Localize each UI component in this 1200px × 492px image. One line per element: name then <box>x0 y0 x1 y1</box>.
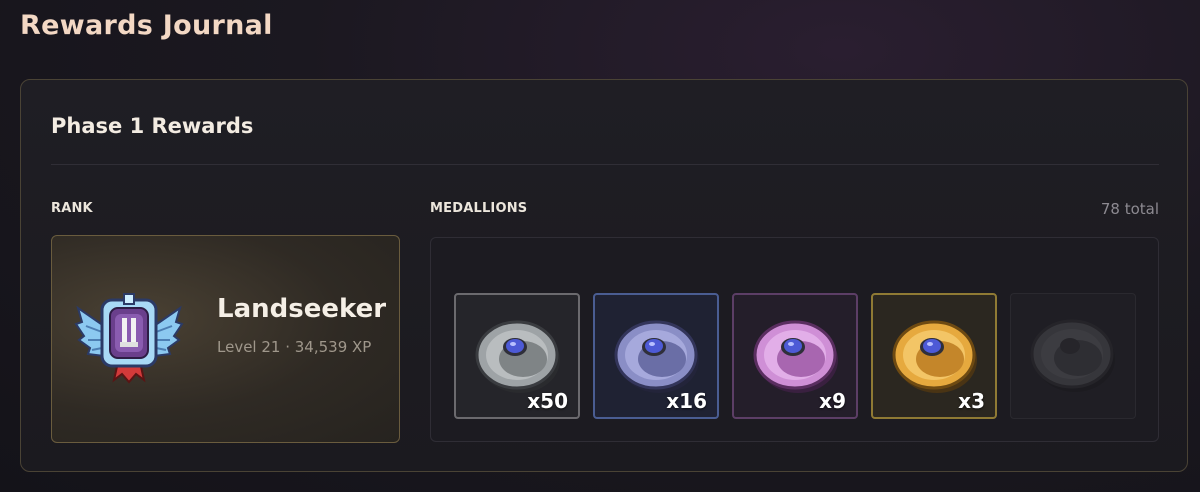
rewards-panel: Phase 1 Rewards RANK MEDALLIONS 78 total <box>20 79 1188 472</box>
blue-medallion-icon <box>614 320 699 393</box>
medallion-count-blue: x16 <box>666 389 707 413</box>
medallion-tile-blue[interactable]: x16 <box>593 293 719 419</box>
medallions-total: 78 total <box>1100 200 1159 218</box>
medallion-tile-silver[interactable]: x50 <box>454 293 580 419</box>
rank-card[interactable]: Landseeker Level 21 · 34,539 XP <box>51 235 400 443</box>
medallion-tile-purple[interactable]: x9 <box>732 293 858 419</box>
medallion-tile-locked[interactable] <box>1010 293 1136 419</box>
medallion-count-silver: x50 <box>527 389 568 413</box>
rank-name: Landseeker <box>217 294 387 324</box>
medallions-section-label: MEDALLIONS <box>430 201 528 216</box>
rank-level: Level 21 · 34,539 XP <box>217 338 372 356</box>
rank-section-label: RANK <box>51 201 93 216</box>
panel-title: Phase 1 Rewards <box>51 114 254 138</box>
locked-medallion-icon <box>1030 319 1115 392</box>
gold-medallion-icon <box>892 320 977 393</box>
medallion-count-purple: x9 <box>819 389 846 413</box>
winged-shield-badge-icon <box>74 288 184 388</box>
purple-medallion-icon <box>753 320 838 393</box>
page-title: Rewards Journal <box>20 10 273 41</box>
medallion-tile-gold[interactable]: x3 <box>871 293 997 419</box>
medallion-count-gold: x3 <box>958 389 985 413</box>
panel-divider <box>51 164 1159 165</box>
medallions-grid: x50 x16 x9 x3 <box>430 237 1159 442</box>
silver-medallion-icon <box>475 320 560 393</box>
